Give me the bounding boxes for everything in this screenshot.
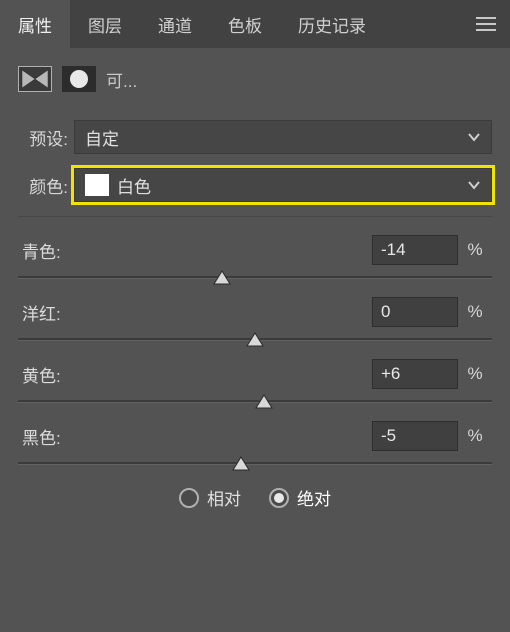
layer-mask-icon [62,66,96,92]
colors-value: 白色 [117,173,151,198]
colors-row: 颜色: 白色 [18,168,492,202]
slider-unit-cyan: % [458,240,492,260]
layer-mask-icon-button[interactable] [62,66,96,92]
radio-icon [269,488,289,508]
slider-input-yellow[interactable] [372,359,458,389]
slider-yellow: 黄色:% [18,359,492,413]
method-radio-group: 相对 绝对 [18,485,492,510]
selective-color-icon [21,69,49,89]
divider [18,216,492,217]
slider-input-magenta[interactable] [372,297,458,327]
slider-label-magenta: 洋红: [18,300,372,325]
method-relative-label: 相对 [207,485,241,510]
method-absolute[interactable]: 绝对 [269,485,331,510]
method-absolute-label: 绝对 [297,485,331,510]
slider-thumb-icon [232,456,250,472]
chevron-down-icon [467,127,481,147]
preset-label: 预设: [18,125,74,150]
slider-track-black[interactable] [18,457,492,475]
slider-thumb-icon [246,332,264,348]
panel-menu-button[interactable] [462,0,510,48]
panel-body: 可... 预设: 自定 颜色: 白色 青色:%洋红:%黄色:%黑色:% 相对 [0,48,510,524]
slider-unit-black: % [458,426,492,446]
tab-history[interactable]: 历史记录 [280,0,384,48]
slider-label-cyan: 青色: [18,238,372,263]
slider-thumb-icon [213,270,231,286]
slider-input-black[interactable] [372,421,458,451]
adjustment-mode-label: 可... [106,67,137,92]
slider-label-black: 黑色: [18,424,372,449]
slider-unit-magenta: % [458,302,492,322]
preset-row: 预设: 自定 [18,120,492,154]
preset-dropdown[interactable]: 自定 [74,120,492,154]
adjustment-type-row: 可... [18,66,492,92]
slider-magenta: 洋红:% [18,297,492,351]
slider-cyan: 青色:% [18,235,492,289]
slider-black: 黑色:% [18,421,492,475]
colors-dropdown[interactable]: 白色 [74,168,492,202]
slider-input-cyan[interactable] [372,235,458,265]
color-swatch [85,174,109,196]
radio-icon [179,488,199,508]
menu-icon [476,17,496,31]
tab-swatches[interactable]: 色板 [210,0,280,48]
method-relative[interactable]: 相对 [179,485,241,510]
adjustment-type-icon[interactable] [18,66,52,92]
tab-properties[interactable]: 属性 [0,0,70,48]
chevron-down-icon [467,175,481,195]
colors-label: 颜色: [18,173,74,198]
preset-value: 自定 [85,125,119,150]
panel-tabs: 属性 图层 通道 色板 历史记录 [0,0,510,48]
slider-track-yellow[interactable] [18,395,492,413]
slider-track-magenta[interactable] [18,333,492,351]
slider-label-yellow: 黄色: [18,362,372,387]
tab-channels[interactable]: 通道 [140,0,210,48]
tab-layers[interactable]: 图层 [70,0,140,48]
slider-track-cyan[interactable] [18,271,492,289]
slider-unit-yellow: % [458,364,492,384]
slider-thumb-icon [255,394,273,410]
